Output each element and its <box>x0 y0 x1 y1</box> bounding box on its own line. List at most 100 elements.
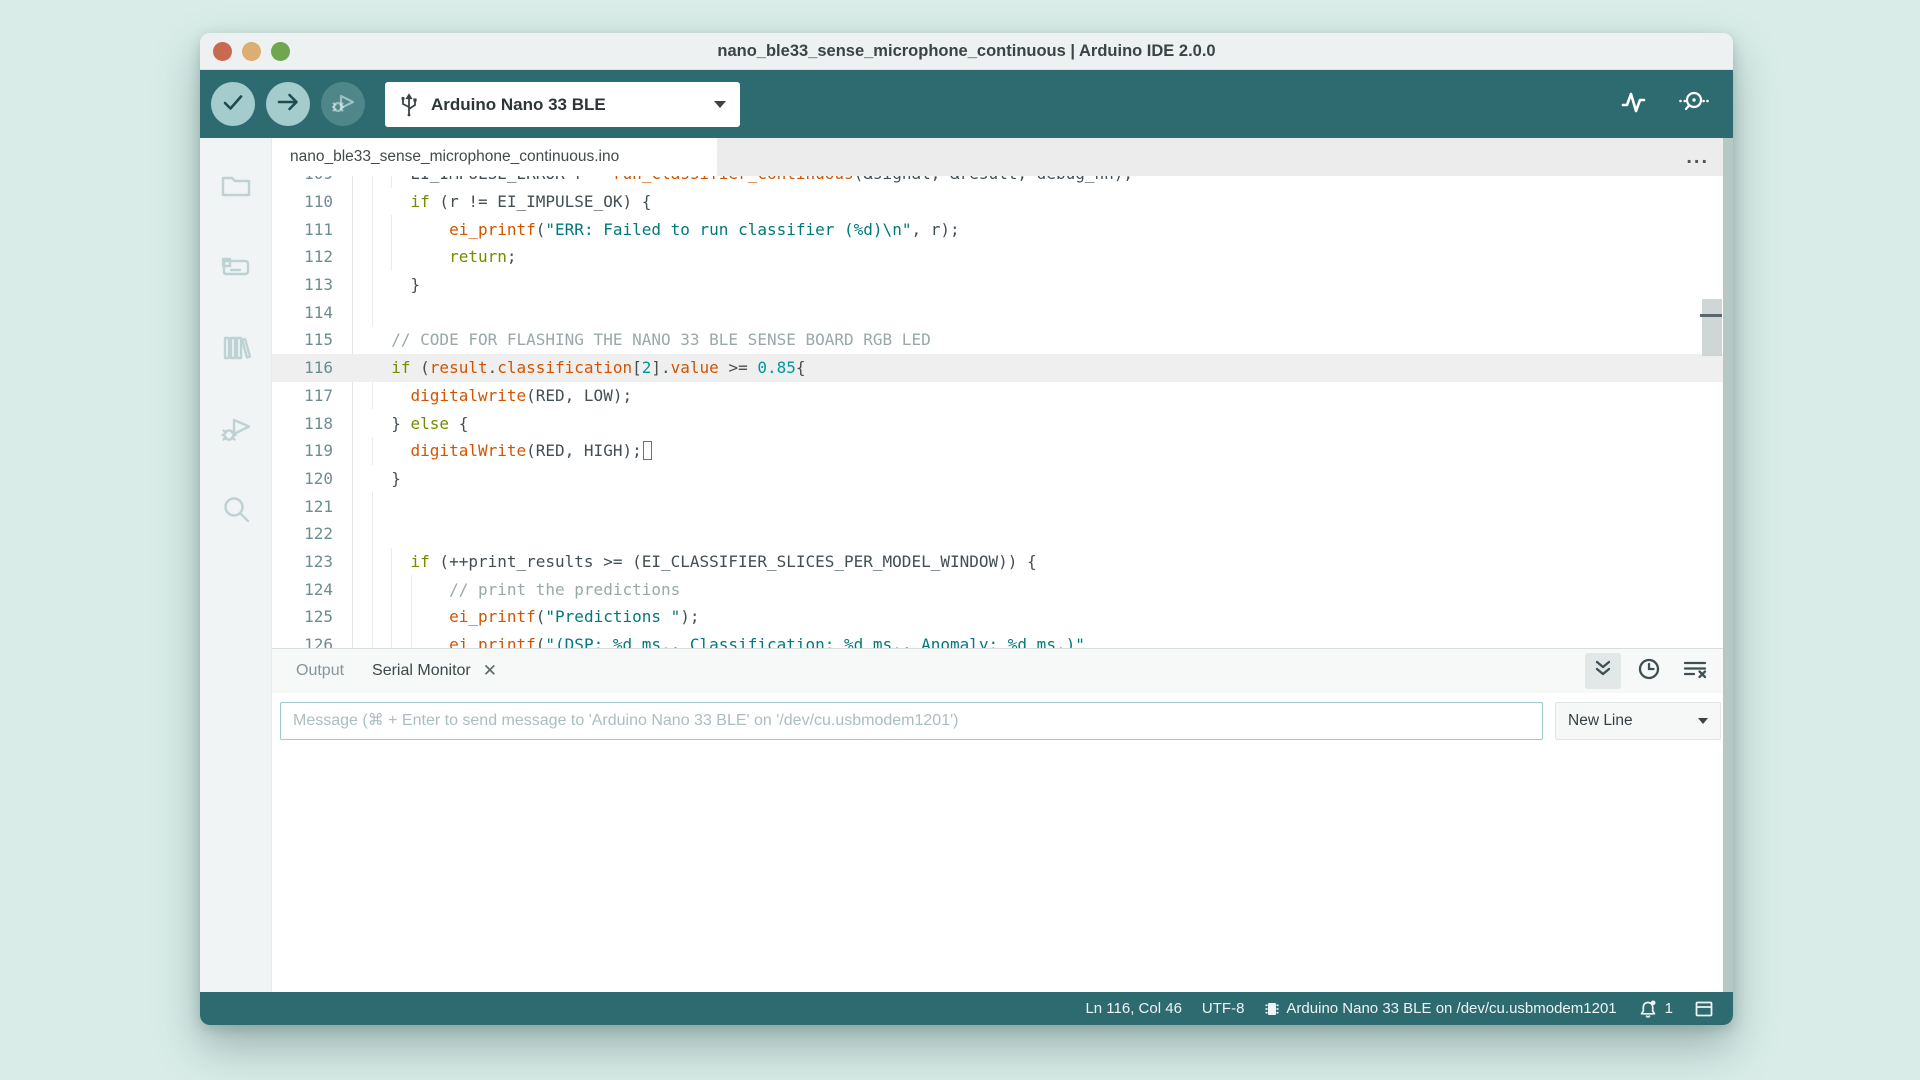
code-text: ei_printf("(DSP: %d ms., Classification:… <box>372 635 1085 648</box>
code-lines: 109 EI_IMPULSE_ERROR r = run_classifier_… <box>272 176 1733 648</box>
search-icon <box>218 492 254 533</box>
tab-serial-monitor[interactable]: Serial Monitor ✕ <box>358 661 511 681</box>
code-line-120[interactable]: 120 } <box>272 465 1733 493</box>
library-manager-icon <box>218 330 254 371</box>
notifications-indicator[interactable]: 1 <box>1637 998 1673 1020</box>
indent-guide <box>372 492 373 520</box>
line-number: 110 <box>272 192 352 211</box>
line-number: 111 <box>272 220 352 239</box>
indent-guide <box>411 631 412 648</box>
close-window-button[interactable] <box>213 42 232 61</box>
window-title: nano_ble33_sense_microphone_continuous |… <box>717 42 1215 61</box>
indent-guide <box>372 520 373 548</box>
code-line-126[interactable]: 126 ei_printf("(DSP: %d ms., Classificat… <box>272 631 1733 648</box>
sidebar-item-library-manager[interactable] <box>200 310 271 391</box>
code-text: if (r != EI_IMPULSE_OK) { <box>372 192 651 211</box>
indent-guide <box>391 215 392 243</box>
code-line-124[interactable]: 124 // print the predictions <box>272 575 1733 603</box>
code-line-122[interactable]: 122 <box>272 520 1733 548</box>
line-ending-dropdown[interactable]: New Line <box>1555 702 1721 740</box>
code-line-123[interactable]: 123 if (++print_results >= (EI_CLASSIFIE… <box>272 548 1733 576</box>
toggle-timestamp-button[interactable] <box>1631 653 1667 689</box>
upload-button[interactable] <box>266 82 310 126</box>
code-line-113[interactable]: 113 } <box>272 271 1733 299</box>
tab-overflow-menu[interactable]: ... <box>1686 138 1709 176</box>
line-number: 109 <box>272 176 352 183</box>
sidebar-item-search[interactable] <box>200 472 271 553</box>
ellipsis-icon: ... <box>1686 146 1709 169</box>
usb-icon <box>399 92 419 118</box>
bracket-match-box <box>643 441 652 460</box>
indent-guide <box>372 437 373 465</box>
serial-plotter-button[interactable] <box>1615 86 1651 122</box>
minimize-window-button[interactable] <box>242 42 261 61</box>
code-text: return; <box>372 247 517 266</box>
tab-sketch-file[interactable]: nano_ble33_sense_microphone_continuous.i… <box>272 138 717 176</box>
close-icon[interactable]: ✕ <box>483 661 497 681</box>
connected-board[interactable]: Arduino Nano 33 BLE on /dev/cu.usbmodem1… <box>1264 999 1616 1019</box>
chevron-down-icon <box>1698 718 1708 724</box>
code-line-115[interactable]: 115 // CODE FOR FLASHING THE NANO 33 BLE… <box>272 326 1733 354</box>
indent-guide <box>391 176 392 188</box>
line-number: 123 <box>272 552 352 571</box>
code-line-118[interactable]: 118 } else { <box>272 409 1733 437</box>
code-line-117[interactable]: 117 digitalwrite(RED, LOW); <box>272 382 1733 410</box>
collapse-panel-button[interactable] <box>1585 653 1621 689</box>
panel-toggle-icon <box>1693 998 1715 1020</box>
indent-guide <box>391 603 392 631</box>
line-number: 114 <box>272 303 352 322</box>
code-line-119[interactable]: 119 digitalWrite(RED, HIGH); <box>272 437 1733 465</box>
editor-tabbar: nano_ble33_sense_microphone_continuous.i… <box>272 138 1733 176</box>
line-number: 122 <box>272 524 352 543</box>
clear-output-icon <box>1681 655 1709 688</box>
verify-button[interactable] <box>211 82 255 126</box>
line-number: 112 <box>272 247 352 266</box>
board-selector-dropdown[interactable]: Arduino Nano 33 BLE <box>385 82 740 127</box>
encoding[interactable]: UTF-8 <box>1202 1000 1245 1017</box>
code-line-125[interactable]: 125 ei_printf("Predictions "); <box>272 603 1733 631</box>
code-line-109[interactable]: 109 EI_IMPULSE_ERROR r = run_classifier_… <box>272 176 1733 188</box>
timestamp-clock-icon <box>1636 656 1662 687</box>
code-text: if (++print_results >= (EI_CLASSIFIER_SL… <box>372 552 1037 571</box>
indent-guide <box>372 176 373 188</box>
indent-guide <box>372 271 373 299</box>
serial-input-row: New Line <box>272 693 1733 749</box>
editor-scrollbar-thumb[interactable] <box>1702 299 1722 356</box>
sidebar-item-sketchbook[interactable] <box>200 148 271 229</box>
serial-monitor-button[interactable] <box>1675 86 1711 122</box>
code-line-121[interactable]: 121 <box>272 492 1733 520</box>
verify-check-icon <box>220 89 246 120</box>
cursor-position[interactable]: Ln 116, Col 46 <box>1085 1000 1181 1017</box>
line-number: 125 <box>272 607 352 626</box>
code-line-110[interactable]: 110 if (r != EI_IMPULSE_OK) { <box>272 188 1733 216</box>
code-text: } else { <box>372 414 468 433</box>
code-text: ei_printf("Predictions "); <box>372 607 700 626</box>
sidebar-item-boards-manager[interactable] <box>200 229 271 310</box>
code-text: if (result.classification[2].value >= 0.… <box>372 358 806 377</box>
tab-output[interactable]: Output <box>282 662 358 680</box>
titlebar[interactable]: nano_ble33_sense_microphone_continuous |… <box>200 33 1733 70</box>
code-line-116[interactable]: 116 if (result.classification[2].value >… <box>272 354 1733 382</box>
code-line-111[interactable]: 111 ei_printf("ERR: Failed to run classi… <box>272 215 1733 243</box>
code-line-114[interactable]: 114 <box>272 298 1733 326</box>
tab-serial-monitor-label: Serial Monitor <box>372 662 471 680</box>
debugger-icon <box>218 411 254 452</box>
indent-guide <box>372 575 373 603</box>
window-controls <box>213 33 290 69</box>
serial-monitor-icon <box>1676 85 1710 124</box>
code-text: digitalwrite(RED, LOW); <box>372 386 632 405</box>
code-line-112[interactable]: 112 return; <box>272 243 1733 271</box>
arduino-ide-window: nano_ble33_sense_microphone_continuous |… <box>200 33 1733 1025</box>
toggle-panel-button[interactable] <box>1693 998 1715 1020</box>
code-editor[interactable]: 109 EI_IMPULSE_ERROR r = run_classifier_… <box>272 176 1733 648</box>
chip-icon <box>1264 999 1280 1019</box>
line-number: 118 <box>272 414 352 433</box>
serial-plotter-icon <box>1617 86 1649 123</box>
serial-message-input[interactable] <box>280 702 1543 740</box>
clear-output-button[interactable] <box>1677 653 1713 689</box>
sidebar-item-debug[interactable] <box>200 391 271 472</box>
collapse-double-chevron-icon <box>1591 657 1615 686</box>
zoom-window-button[interactable] <box>271 42 290 61</box>
indent-guide <box>391 548 392 576</box>
serial-monitor-output[interactable] <box>272 749 1733 959</box>
